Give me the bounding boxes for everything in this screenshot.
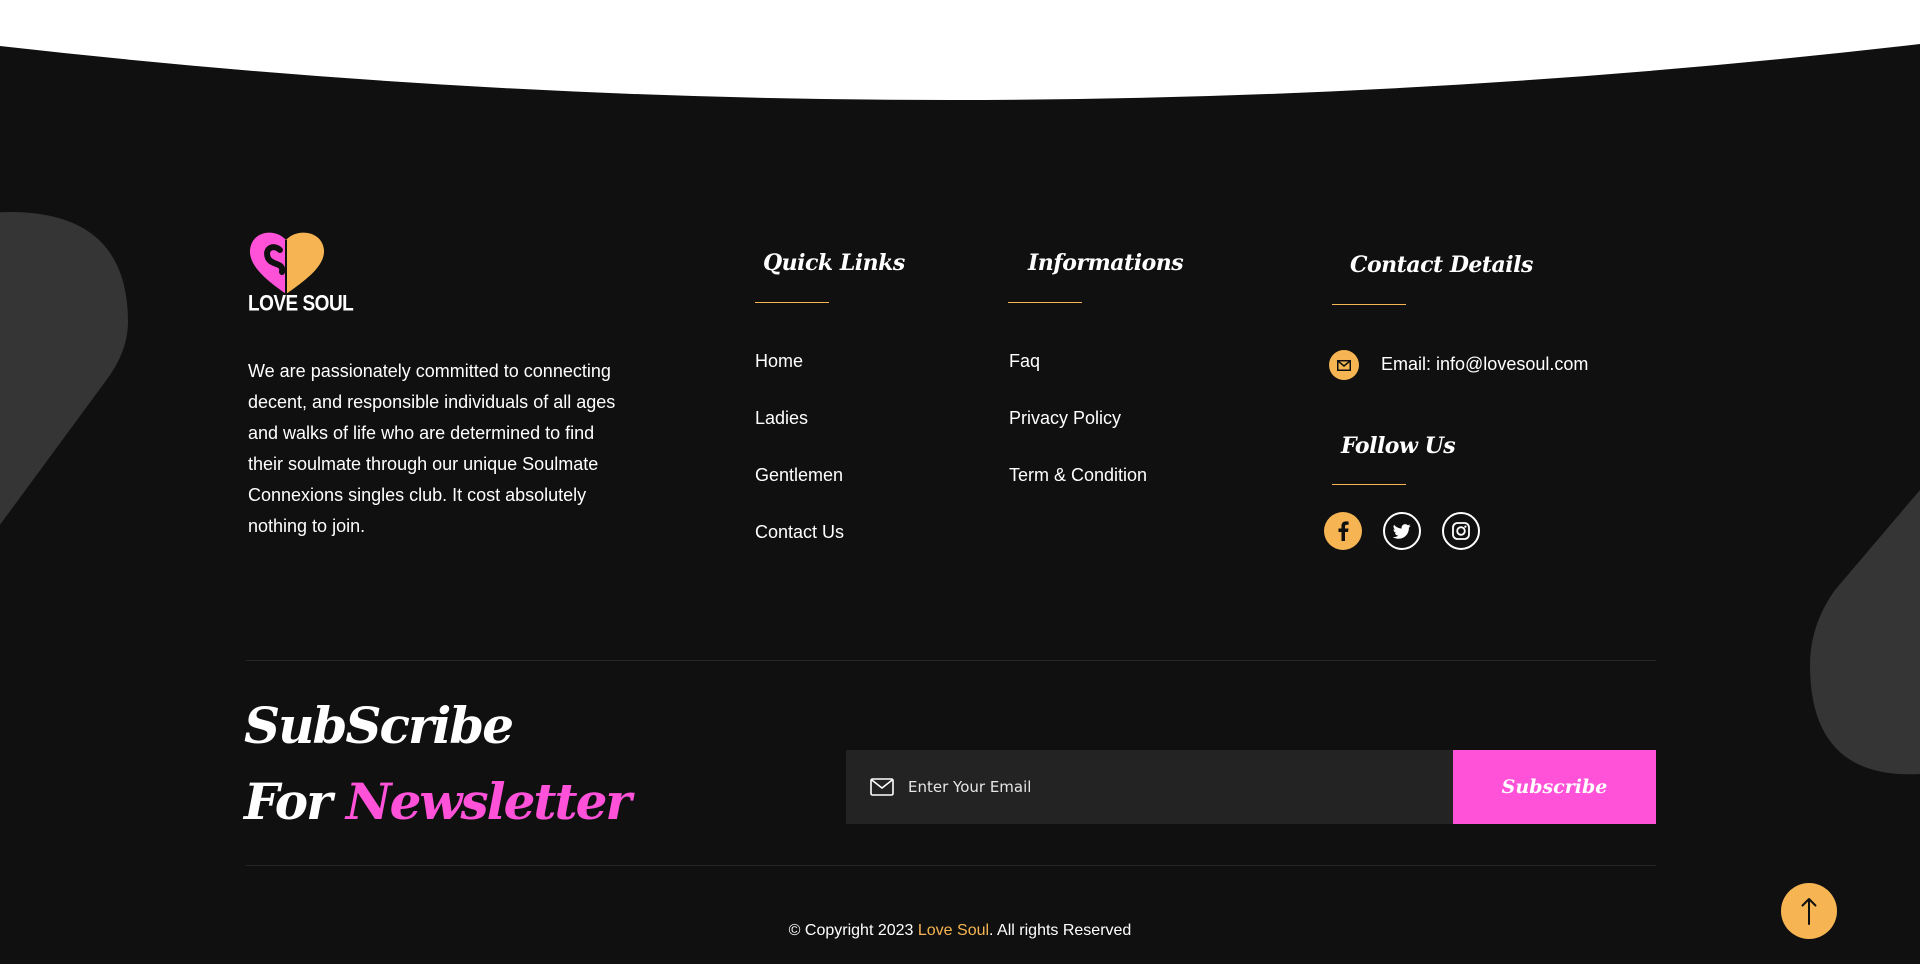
envelope-icon bbox=[1329, 350, 1359, 380]
footer-link-faq[interactable]: Faq bbox=[1009, 351, 1040, 372]
follow-us-underline bbox=[1332, 484, 1406, 485]
footer-divider-top bbox=[246, 660, 1656, 661]
instagram-icon[interactable] bbox=[1442, 512, 1480, 550]
footer-link-home[interactable]: Home bbox=[755, 351, 803, 372]
quick-links-title: Quick Links bbox=[763, 250, 905, 276]
newsletter-heading-accent: Newsletter bbox=[345, 772, 632, 831]
envelope-input-icon bbox=[870, 778, 894, 796]
contact-details-underline bbox=[1332, 304, 1406, 305]
footer-link-contact-us[interactable]: Contact Us bbox=[755, 522, 844, 543]
decorative-shape-right bbox=[1810, 490, 1920, 775]
newsletter-heading-line1: SubScribe bbox=[244, 696, 514, 755]
footer-link-privacy-policy[interactable]: Privacy Policy bbox=[1009, 408, 1121, 429]
footer-link-terms[interactable]: Term & Condition bbox=[1009, 465, 1147, 486]
contact-email[interactable]: Email: info@lovesoul.com bbox=[1381, 354, 1588, 375]
contact-details-title: Contact Details bbox=[1350, 252, 1533, 278]
quick-links-underline bbox=[755, 302, 829, 303]
twitter-icon[interactable] bbox=[1383, 512, 1421, 550]
about-text: We are passionately committed to connect… bbox=[248, 361, 616, 536]
facebook-icon[interactable] bbox=[1324, 512, 1362, 550]
copyright-text: © Copyright 2023 Love Soul. All rights R… bbox=[0, 922, 1920, 940]
subscribe-button[interactable]: Subscribe bbox=[1453, 750, 1656, 824]
copyright-prefix: © Copyright 2023 bbox=[788, 922, 918, 939]
informations-underline bbox=[1008, 302, 1082, 303]
footer-divider-bottom bbox=[246, 865, 1656, 866]
footer-link-gentlemen[interactable]: Gentlemen bbox=[755, 465, 843, 486]
copyright-suffix: . All rights Reserved bbox=[989, 922, 1132, 939]
top-curve-divider bbox=[0, 0, 1920, 101]
arrow-up-icon bbox=[1801, 898, 1817, 925]
footer-link-ladies[interactable]: Ladies bbox=[755, 408, 808, 429]
copyright-brand-link[interactable]: Love Soul bbox=[918, 922, 989, 939]
scroll-to-top-button[interactable] bbox=[1781, 883, 1837, 939]
decorative-shape-left bbox=[0, 212, 128, 525]
newsletter-heading-line2: For Newsletter bbox=[244, 772, 632, 831]
newsletter-email-input[interactable] bbox=[908, 778, 1408, 796]
logo-text: LOVE SOUL bbox=[248, 292, 354, 317]
follow-us-title: Follow Us bbox=[1341, 433, 1456, 459]
newsletter-heading-prefix: For bbox=[244, 772, 332, 831]
site-footer: LOVE SOUL We are passionately committed … bbox=[0, 0, 1920, 964]
newsletter-email-box bbox=[846, 750, 1454, 824]
informations-title: Informations bbox=[1028, 250, 1184, 276]
